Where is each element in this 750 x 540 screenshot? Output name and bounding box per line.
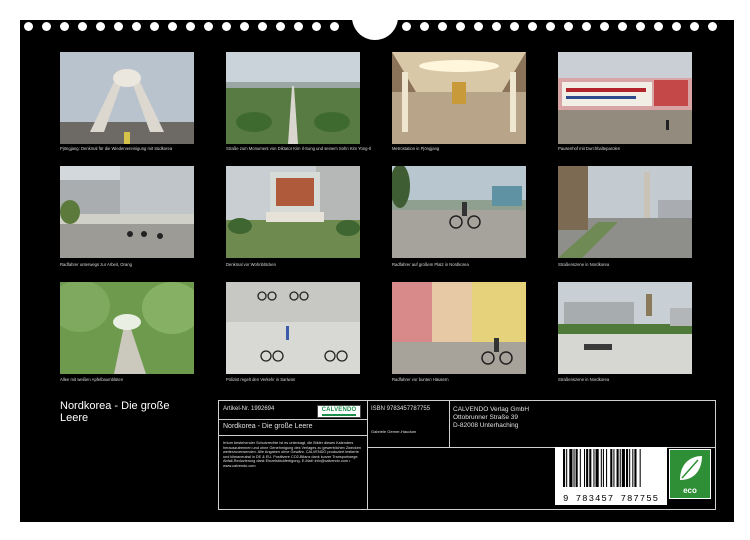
spiral-hole bbox=[582, 22, 591, 31]
caption-photo-4: Pausenhof mit Durchhalteparolen bbox=[558, 146, 621, 151]
product-info-box: Artikel-Nr. 1992694 CALVENDO Nordkorea -… bbox=[218, 400, 716, 510]
barcode-number: 9 783457 787755 bbox=[562, 494, 659, 504]
photo-cyclist-square bbox=[392, 166, 526, 258]
caption-photo-7: Radfahrer auf großem Platz in Nordkorea bbox=[392, 262, 469, 267]
photo-street-tower bbox=[558, 166, 692, 258]
spiral-hole bbox=[294, 22, 303, 31]
photo-metro-station bbox=[392, 52, 526, 144]
spiral-hole bbox=[654, 22, 663, 31]
photo-cyclists-commute bbox=[60, 166, 194, 258]
spiral-hole bbox=[510, 22, 519, 31]
spiral-hole bbox=[186, 22, 195, 31]
author-name: Gabriele Gerner-Haudum bbox=[371, 429, 417, 434]
spiral-hole bbox=[690, 22, 699, 31]
spiral-hole bbox=[24, 22, 33, 31]
barcode-bars bbox=[563, 449, 641, 487]
spiral-hole bbox=[708, 22, 717, 31]
spiral-hole bbox=[492, 22, 501, 31]
eco-badge: eco bbox=[669, 449, 711, 499]
spiral-hole bbox=[564, 22, 573, 31]
spiral-hole bbox=[600, 22, 609, 31]
spiral-hole bbox=[546, 22, 555, 31]
spiral-hole bbox=[132, 22, 141, 31]
caption-photo-3: Metrostation in Pjöngjang bbox=[392, 146, 440, 151]
photo-reunification-monument bbox=[60, 52, 194, 144]
spiral-hole bbox=[204, 22, 213, 31]
spiral-hole bbox=[672, 22, 681, 31]
caption-photo-2: Straße zum Monument von Diktator Kim Il-… bbox=[226, 146, 372, 151]
spiral-hole bbox=[618, 22, 627, 31]
caption-photo-6: Denkmal vor Wohnblöcken bbox=[226, 262, 276, 267]
photo-street-monument bbox=[558, 282, 692, 374]
eco-label: eco bbox=[683, 486, 697, 495]
caption-photo-1: Pjöngjang: Denkmal für die Wiedervereini… bbox=[60, 146, 173, 151]
caption-photo-10: Polizist regelt den Verkehr in Sariwon bbox=[226, 377, 296, 382]
caption-photo-9: Allee mit weißen Apfelbaumblüten bbox=[60, 377, 124, 382]
spiral-hole bbox=[150, 22, 159, 31]
publisher-city: D-82008 Unterhaching bbox=[453, 422, 519, 429]
calvendo-logo-text: CALVENDO bbox=[321, 407, 357, 413]
spiral-hole bbox=[60, 22, 69, 31]
spiral-hole bbox=[528, 22, 537, 31]
calendar-title: Nordkorea - Die große Leere bbox=[60, 400, 170, 424]
photo-apple-blossom-avenue bbox=[60, 282, 194, 374]
ean-barcode: 9 783457 787755 bbox=[555, 447, 667, 505]
spiral-hole bbox=[168, 22, 177, 31]
spiral-hole bbox=[276, 22, 285, 31]
calvendo-logo: CALVENDO bbox=[317, 405, 361, 418]
spiral-hole bbox=[96, 22, 105, 31]
caption-photo-5: Radfahrer unterwegs zur Arbeit, Orang bbox=[60, 262, 132, 267]
spiral-hole bbox=[312, 22, 321, 31]
spiral-hole bbox=[402, 22, 411, 31]
legal-notice: Irrtum bestehender Schutzrechte ist es u… bbox=[223, 441, 362, 468]
spiral-hole bbox=[456, 22, 465, 31]
spiral-hole bbox=[258, 22, 267, 31]
spiral-hole bbox=[474, 22, 483, 31]
caption-photo-8: Straßenszene in Nordkorea bbox=[558, 262, 610, 267]
calendar-back-page: Pjöngjang: Denkmal für die Wiedervereini… bbox=[20, 14, 734, 522]
spiral-hole bbox=[420, 22, 429, 31]
spiral-hole bbox=[222, 22, 231, 31]
photo-traffic-police bbox=[226, 282, 360, 374]
spiral-hole bbox=[636, 22, 645, 31]
article-number: Artikel-Nr. 1992694 bbox=[223, 406, 275, 412]
photo-road-to-monument bbox=[226, 52, 360, 144]
spiral-hole bbox=[240, 22, 249, 31]
publisher-street: Ottobrunner Straße 39 bbox=[453, 414, 519, 421]
spiral-hole bbox=[42, 22, 51, 31]
publisher-name: CALVENDO Verlag GmbH bbox=[453, 406, 530, 413]
photo-monument-apartments bbox=[226, 166, 360, 258]
spiral-hole bbox=[114, 22, 123, 31]
caption-photo-12: Straßenszene in Nordkorea bbox=[558, 377, 610, 382]
photo-colorful-houses bbox=[392, 282, 526, 374]
caption-photo-11: Radfahrer vor bunten Häusern bbox=[392, 377, 449, 382]
spiral-hole bbox=[330, 22, 339, 31]
leaf-icon bbox=[680, 456, 702, 480]
isbn: ISBN 9783457787755 bbox=[371, 406, 431, 412]
spiral-hole bbox=[438, 22, 447, 31]
hanger-notch bbox=[352, 14, 398, 40]
photo-schoolyard-slogans bbox=[558, 52, 692, 144]
spiral-hole bbox=[78, 22, 87, 31]
calendar-subtitle: Nordkorea - Die große Leere bbox=[223, 423, 313, 430]
